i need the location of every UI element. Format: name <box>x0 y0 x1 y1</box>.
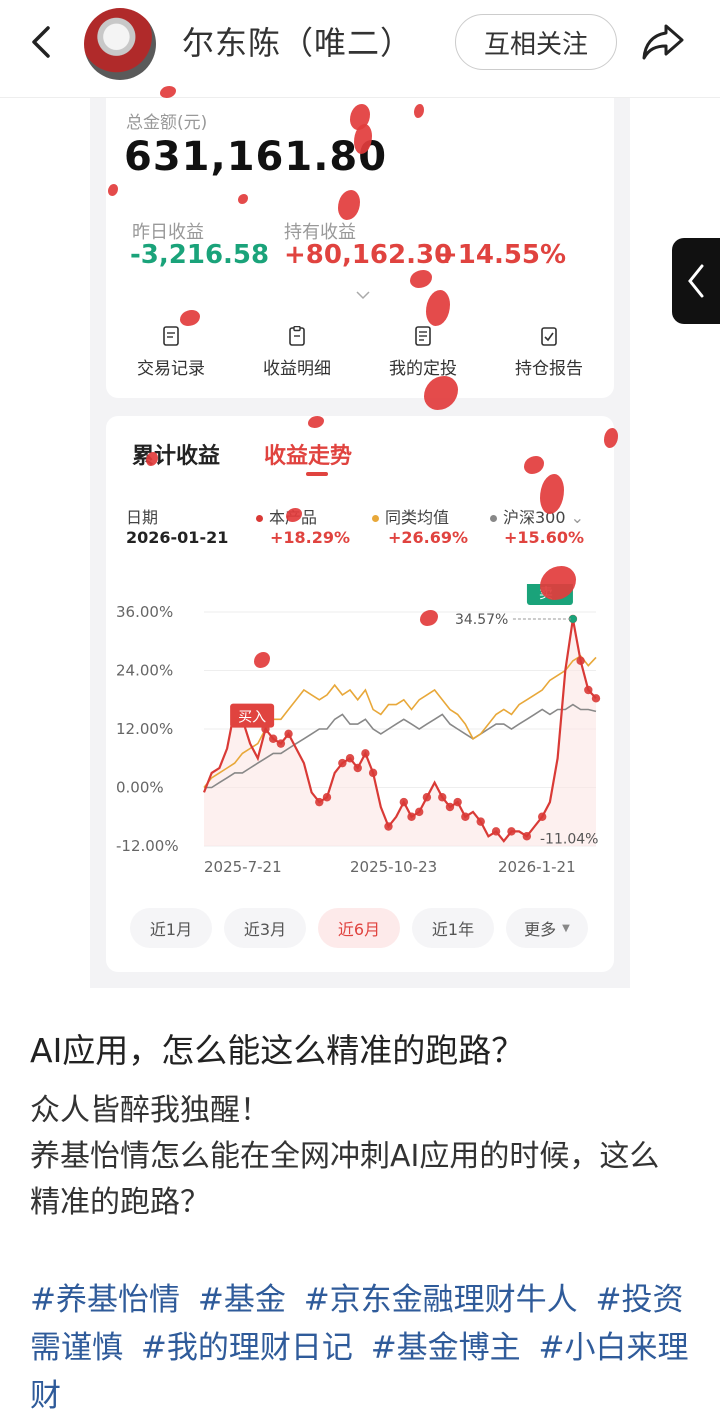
range-more-label: 更多 <box>524 920 557 939</box>
legend-value-2: +26.69% <box>388 528 469 547</box>
legend-series-2: 同类均值 <box>372 504 449 528</box>
total-amount-label: 总金额(元) <box>126 113 208 133</box>
max-value-label: 34.57% <box>455 612 508 628</box>
document-icon <box>415 326 431 346</box>
income-trend-card: 累计收益 收益走势 日期 2026-01-21 本产品 +18.29% 同类均值… <box>106 416 614 972</box>
legend-value-3: +15.60% <box>504 528 585 547</box>
range-button-more[interactable]: 更多 ▼ <box>506 908 588 948</box>
post-body-line: 养基怡情怎么能在全网冲刺AI应用的时候，这么精准的跑路？ <box>30 1139 660 1220</box>
username[interactable]: 尔东陈（唯二） <box>182 18 413 64</box>
trade-point <box>322 793 332 802</box>
hashtag-link[interactable]: #基金 <box>198 1282 286 1318</box>
legend-series-3[interactable]: 沪深300 ⌄ <box>490 504 584 528</box>
trade-point <box>345 754 355 763</box>
hashtag-link[interactable]: #我的理财日记 <box>141 1330 353 1366</box>
trade-point <box>461 812 470 821</box>
hashtag-link[interactable]: #京东金融理财牛人 <box>304 1282 578 1318</box>
menu-item-label: 交易记录 <box>137 359 205 379</box>
chevron-left-icon <box>688 264 704 298</box>
trade-point <box>284 729 293 739</box>
dropdown-chevron-icon: ⌄ <box>565 508 585 527</box>
side-drawer-tab[interactable] <box>672 238 720 324</box>
post-body-line: 众人皆醉我独醒！ <box>30 1093 270 1128</box>
checklist-icon <box>541 327 557 346</box>
total-amount-value: 631,161.80 <box>124 134 388 180</box>
date-label: 日期 <box>126 508 159 527</box>
trade-point <box>407 812 416 821</box>
holding-income-value: +80,162.30 <box>284 240 453 270</box>
receipt-icon <box>163 326 179 346</box>
trade-point <box>591 694 601 703</box>
trade-point <box>491 827 501 836</box>
x-tick-label: 2025-10-23 <box>350 858 437 876</box>
avatar[interactable] <box>84 8 156 80</box>
hashtag-link[interactable]: #养基怡情 <box>30 1282 180 1318</box>
legend-value-1: +18.29% <box>270 528 351 547</box>
x-tick-label: 2025-7-21 <box>204 858 282 876</box>
buy-marker-label: 买入 <box>238 710 266 726</box>
trade-point <box>507 827 516 836</box>
menu-item-income-detail[interactable]: 收益明细 <box>242 326 352 379</box>
trade-point <box>537 812 547 821</box>
trade-point <box>415 807 424 817</box>
hashtag-list: #养基怡情 #基金 #京东金融理财牛人 #投资需谨慎 #我的理财日记 #基金博主… <box>30 1276 700 1420</box>
range-button-6m[interactable]: 近6月 <box>318 908 400 948</box>
tab-income-trend[interactable]: 收益走势 <box>264 438 352 470</box>
caret-down-icon: ▼ <box>562 922 570 934</box>
y-tick-label: 36.00% <box>116 603 173 621</box>
holding-rate-value: +14.55% <box>436 240 567 270</box>
y-tick-label: 0.00% <box>116 779 164 797</box>
trade-point <box>353 763 362 773</box>
menu-item-transactions[interactable]: 交易记录 <box>116 326 226 379</box>
range-button-1m[interactable]: 近1月 <box>130 908 212 948</box>
post-title: AI应用，怎么能这么精准的跑路？ <box>30 1031 525 1070</box>
hashtag-link[interactable]: #基金博主 <box>371 1330 521 1366</box>
trade-point <box>338 758 347 768</box>
share-icon[interactable] <box>640 20 686 64</box>
legend-label: 同类均值 <box>385 508 450 527</box>
trade-point <box>422 793 432 802</box>
legend-dot <box>256 515 263 522</box>
trade-point <box>522 832 532 841</box>
range-button-3m[interactable]: 近3月 <box>224 908 306 948</box>
tab-cumulative-income[interactable]: 累计收益 <box>132 438 220 470</box>
back-arrow-icon[interactable] <box>26 22 56 62</box>
yesterday-income-value: -3,216.58 <box>130 240 270 270</box>
active-tab-indicator <box>306 472 328 476</box>
y-tick-label: 24.00% <box>116 662 173 680</box>
clipboard-icon <box>289 326 305 346</box>
trade-point <box>445 802 455 812</box>
trade-point <box>399 797 409 807</box>
range-button-1y[interactable]: 近1年 <box>412 908 494 948</box>
menu-item-label: 收益明细 <box>263 359 331 379</box>
post-body: 众人皆醉我独醒！ 养基怡情怎么能在全网冲刺AI应用的时候，这么精准的跑路？ <box>30 1088 670 1226</box>
trade-point <box>276 739 286 748</box>
menu-item-auto-invest[interactable]: 我的定投 <box>368 326 478 379</box>
trade-point <box>268 734 278 743</box>
expand-chevron-icon[interactable] <box>356 290 370 300</box>
y-tick-label: -12.00% <box>116 837 179 855</box>
y-tick-label: 12.00% <box>116 720 173 738</box>
income-trend-chart[interactable]: 36.00% 24.00% 12.00% 0.00% -12.00% 2025-7-21 2… <box>106 584 614 904</box>
menu-item-label: 持仓报告 <box>515 359 583 379</box>
min-value-label: -11.04% <box>540 831 598 847</box>
legend-dot <box>490 515 497 522</box>
x-tick-label: 2026-1-21 <box>498 858 576 876</box>
trade-point <box>361 749 370 758</box>
trade-point <box>384 822 393 831</box>
top-bar: 尔东陈（唯二） 互相关注 <box>0 0 720 98</box>
trade-point <box>584 685 593 695</box>
trade-point <box>576 656 585 665</box>
trade-point <box>453 797 462 807</box>
date-value: 2026-01-21 <box>126 528 229 547</box>
menu-item-holding-report[interactable]: 持仓报告 <box>494 326 604 379</box>
follow-button[interactable]: 互相关注 <box>455 14 617 70</box>
trade-point <box>315 797 324 807</box>
trade-point <box>368 768 378 778</box>
trade-point <box>438 793 447 802</box>
embedded-screenshot[interactable]: 总金额(元) 631,161.80 昨日收益 -3,216.58 持有收益 +8… <box>90 98 630 988</box>
trade-point <box>476 817 485 826</box>
legend-dot <box>372 515 379 522</box>
hashtag-link[interactable]: #小白来理财 <box>30 1330 689 1414</box>
